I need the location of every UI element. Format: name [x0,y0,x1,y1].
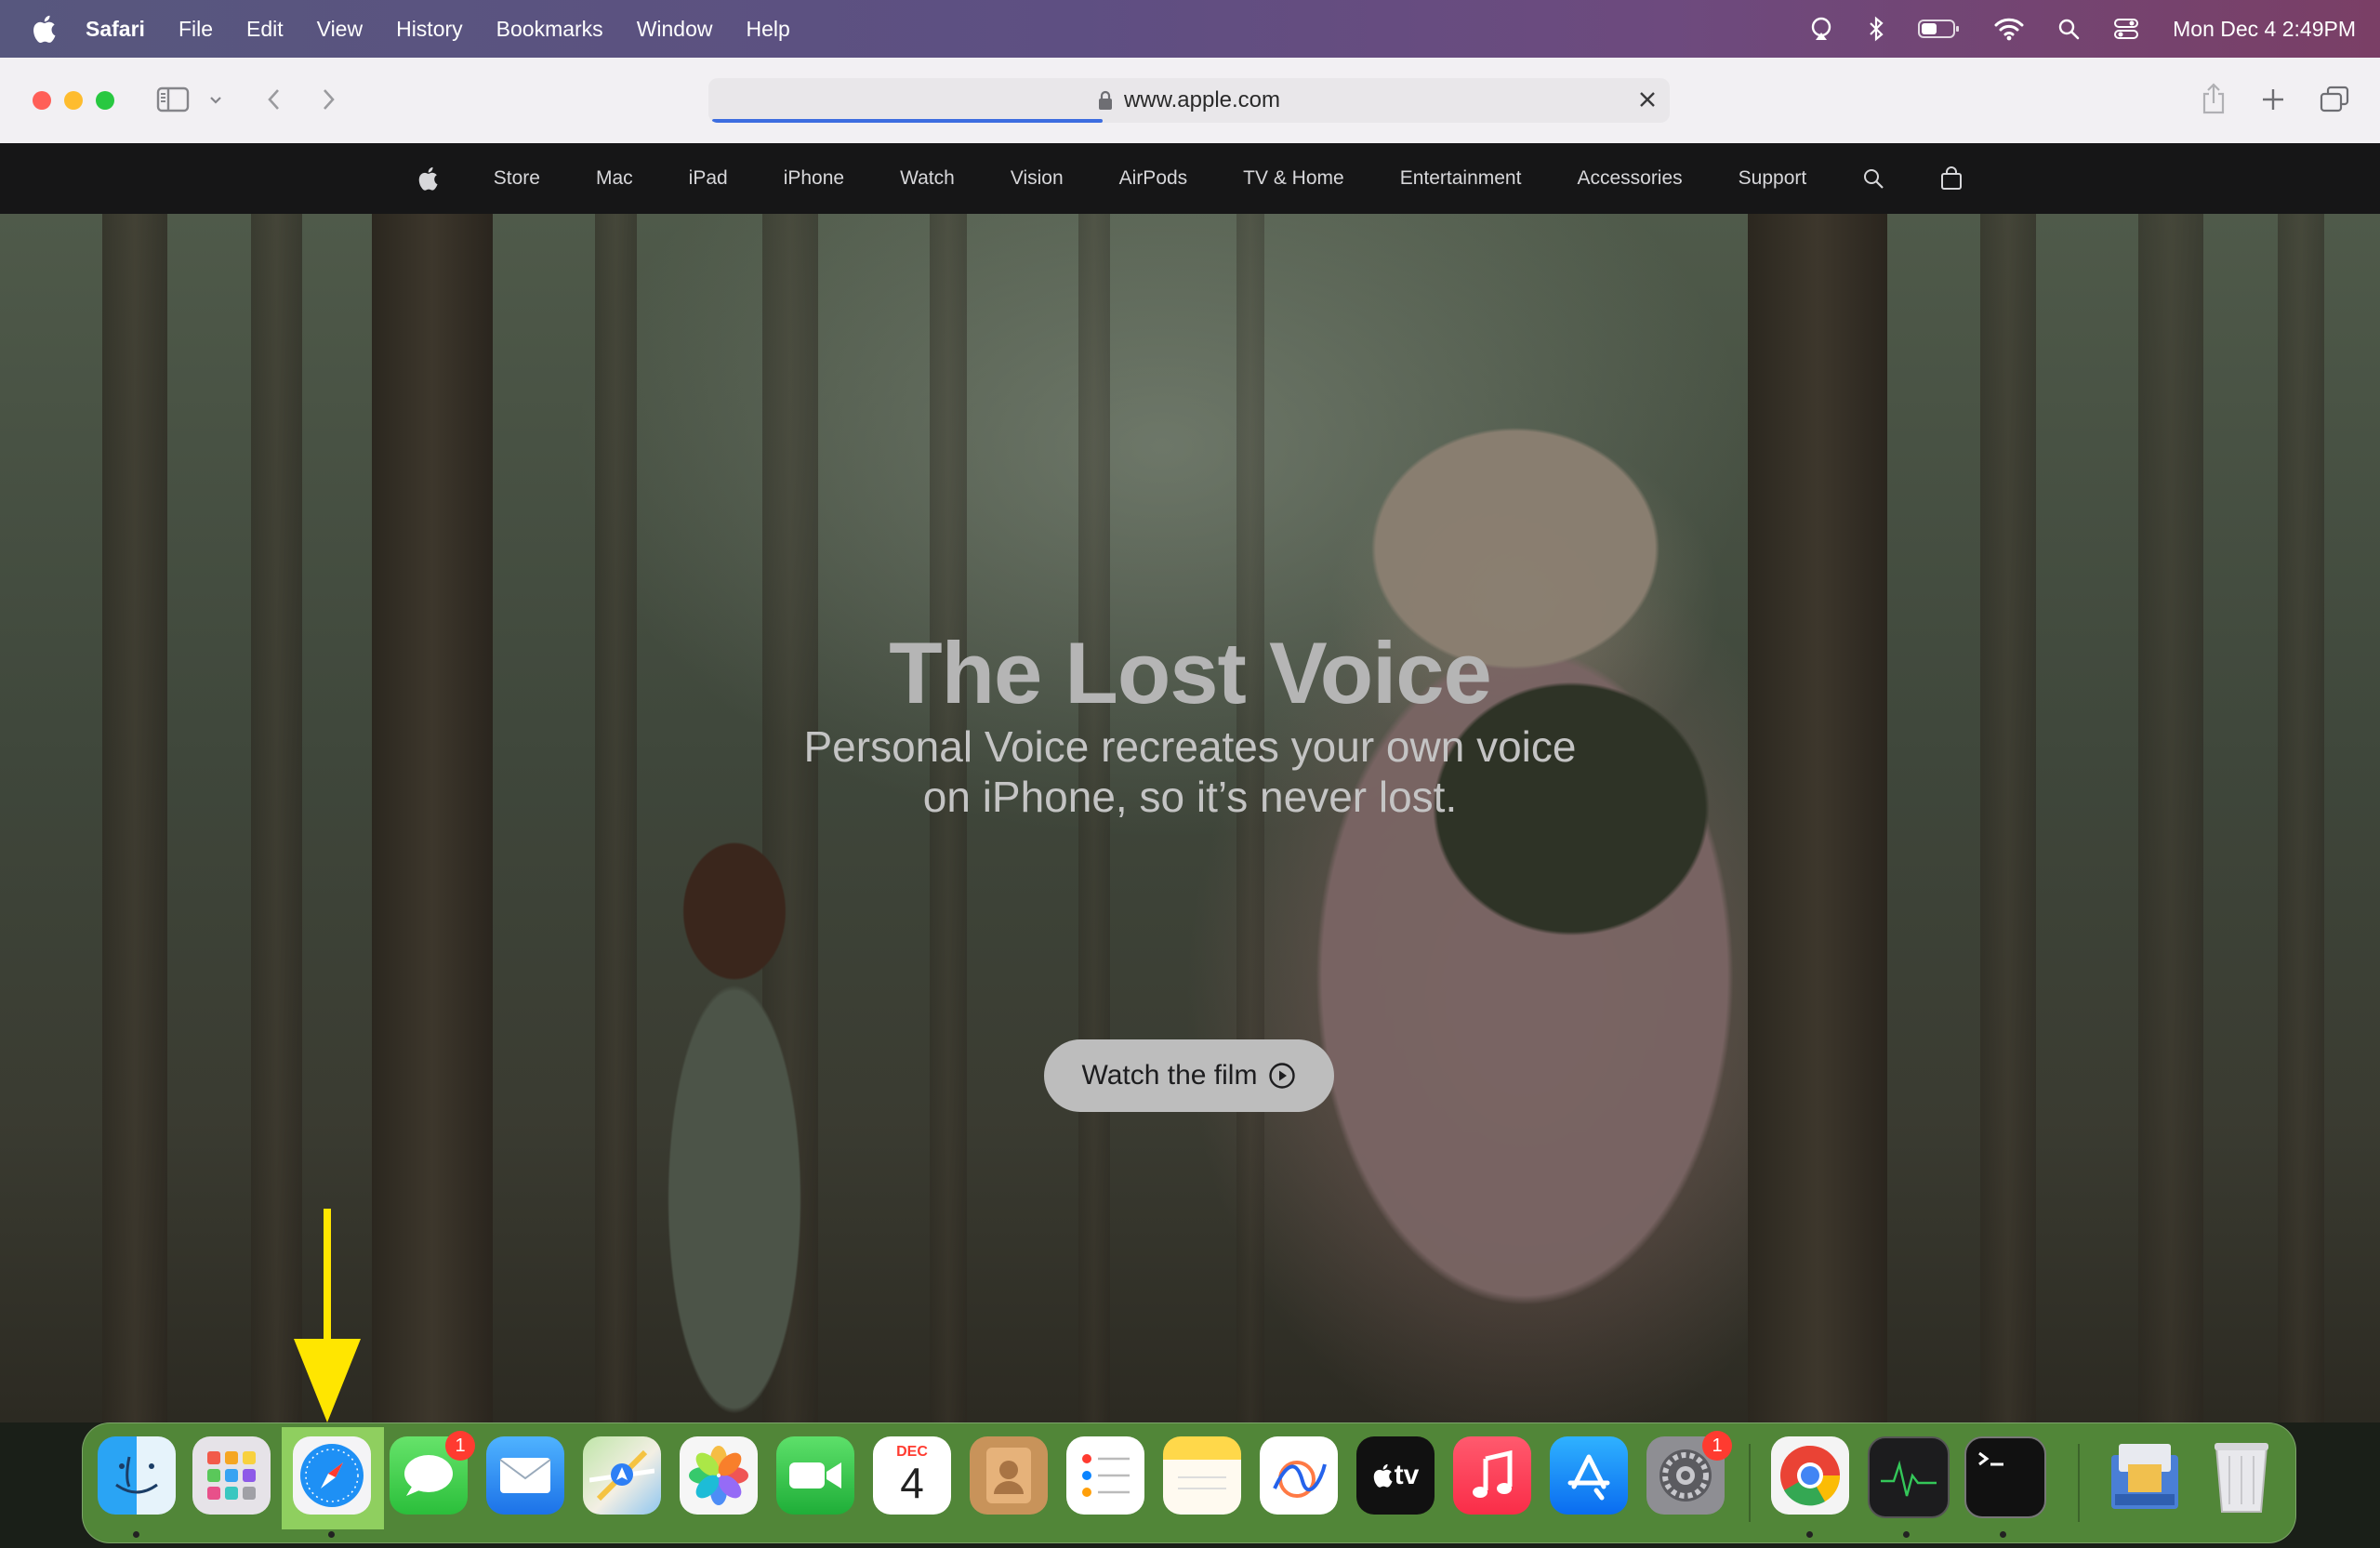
nav-watch[interactable]: Watch [900,167,955,190]
watch-the-film-button[interactable]: Watch the film [1044,1039,1334,1112]
watch-the-film-label: Watch the film [1081,1060,1258,1091]
screen-sharing-icon[interactable] [1808,16,1834,42]
running-indicator-dot [133,1531,139,1538]
new-tab-icon[interactable] [2259,86,2287,113]
menu-clock[interactable]: Mon Dec 4 2:49PM [2173,17,2356,42]
play-circle-icon [1268,1062,1296,1090]
menu-edit[interactable]: Edit [246,17,284,42]
hero-subtitle-line2: on iPhone, so it’s never lost. [922,773,1458,821]
battery-icon[interactable] [1918,18,1961,40]
dock-calendar-icon[interactable]: DEC 4 [873,1436,951,1515]
dock-facetime-icon[interactable] [776,1436,854,1515]
nav-accessories[interactable]: Accessories [1577,167,1682,190]
nav-vision[interactable]: Vision [1011,167,1064,190]
apple-global-nav: Store Mac iPad iPhone Watch Vision AirPo… [0,143,2380,214]
running-indicator-dot [1903,1531,1910,1538]
dock-activity-monitor-icon[interactable] [1868,1436,1950,1518]
hero-title: The Lost Voice [889,624,1492,721]
minimize-window-button[interactable] [64,91,83,110]
menu-view[interactable]: View [317,17,363,42]
url-text: www.apple.com [1123,87,1281,112]
dock-separator [1749,1444,1751,1522]
dock-maps-icon[interactable] [583,1436,661,1515]
nav-airpods[interactable]: AirPods [1119,167,1188,190]
dock-notes-icon[interactable] [1163,1436,1241,1515]
dock-chrome-icon[interactable] [1771,1436,1849,1515]
close-window-button[interactable] [33,91,51,110]
nav-store[interactable]: Store [494,167,540,190]
tv-label: tv [1394,1460,1420,1490]
forward-button-icon[interactable] [318,86,340,113]
stop-loading-icon[interactable] [1638,90,1657,109]
calendar-day: 4 [900,1459,924,1507]
dock-safari-icon[interactable] [293,1436,371,1515]
search-icon[interactable] [1862,167,1884,190]
dock-terminal-icon[interactable] [1964,1436,2046,1518]
dock-separator [2078,1444,2080,1522]
spotlight-search-icon[interactable] [2057,18,2080,40]
dock-music-icon[interactable] [1453,1436,1531,1515]
menu-window[interactable]: Window [637,17,713,42]
tab-overview-icon[interactable] [2319,84,2350,115]
dock-downloads-stack-icon[interactable] [2106,1436,2184,1515]
dock-contacts-icon[interactable] [970,1436,1048,1515]
menu-app-name[interactable]: Safari [86,17,145,42]
control-center-icon[interactable] [2113,17,2139,41]
menu-file[interactable]: File [178,17,213,42]
dock-trash-icon[interactable] [2202,1436,2281,1515]
address-bar[interactable]: www.apple.com [708,78,1670,123]
nav-tv-home[interactable]: TV & Home [1243,167,1344,190]
dock-launchpad-icon[interactable] [192,1436,271,1515]
hero-subtitle: Personal Voice recreates your own voice … [0,721,2380,822]
dock-system-settings-icon[interactable]: 1 [1646,1431,1732,1515]
dock-messages-icon[interactable]: 1 [390,1431,475,1515]
dock: 1 DEC 4 tv 1 [82,1422,2296,1543]
chevron-down-icon[interactable] [206,91,225,110]
wifi-icon[interactable] [1994,17,2024,41]
dock-freeform-icon[interactable] [1260,1436,1338,1515]
dock-reminders-icon[interactable] [1066,1436,1144,1515]
menu-help[interactable]: Help [747,17,790,42]
sidebar-toggle-icon[interactable] [156,86,190,113]
safari-toolbar: www.apple.com [0,58,2380,144]
hero-subtitle-line1: Personal Voice recreates your own voice [803,722,1577,771]
menu-status-area: Mon Dec 4 2:49PM [1775,0,2356,58]
lock-icon [1098,90,1113,111]
nav-mac[interactable]: Mac [596,167,633,190]
nav-support[interactable]: Support [1739,167,1807,190]
share-icon[interactable] [2200,82,2228,115]
shopping-bag-icon[interactable] [1940,166,1963,191]
nav-ipad[interactable]: iPad [689,167,728,190]
apple-menu-icon[interactable] [28,15,60,43]
running-indicator-dot [2000,1531,2006,1538]
dock-app-store-icon[interactable] [1550,1436,1628,1515]
dock-mail-icon[interactable] [486,1436,564,1515]
menu-bookmarks[interactable]: Bookmarks [496,17,603,42]
dock-photos-icon[interactable] [680,1436,758,1515]
apple-logo-icon[interactable] [417,166,438,191]
nav-iphone[interactable]: iPhone [784,167,844,190]
dock-finder-icon[interactable] [98,1436,176,1515]
messages-badge: 1 [445,1431,475,1461]
annotation-arrow [290,1209,364,1432]
running-indicator-dot [328,1531,335,1538]
nav-entertainment[interactable]: Entertainment [1400,167,1522,190]
settings-badge: 1 [1702,1431,1732,1461]
dock-apple-tv-icon[interactable]: tv [1356,1436,1435,1515]
back-button-icon[interactable] [262,86,284,113]
running-indicator-dot [1806,1531,1813,1538]
menu-history[interactable]: History [396,17,463,42]
bluetooth-icon[interactable] [1868,16,1884,42]
menu-bar: Safari File Edit View History Bookmarks … [0,0,2380,58]
page-load-progress [712,119,1103,123]
zoom-window-button[interactable] [96,91,114,110]
